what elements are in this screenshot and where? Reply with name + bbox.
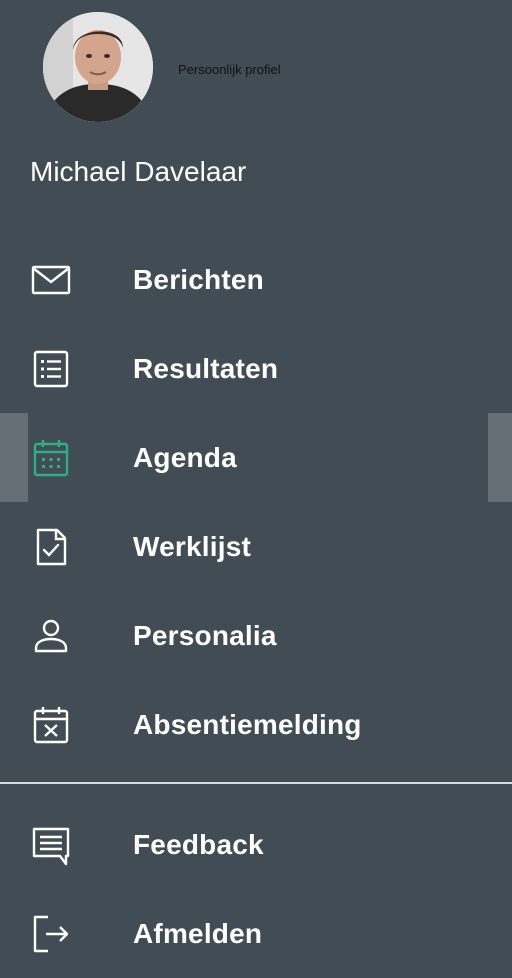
nav-item-label: Feedback: [133, 828, 264, 860]
calendar-x-icon: [30, 704, 72, 746]
active-indicator-right: [488, 413, 512, 502]
nav-item-absentiemelding[interactable]: Absentiemelding: [0, 680, 512, 769]
nav-item-label: Berichten: [133, 263, 264, 295]
list-icon: [30, 348, 72, 390]
nav-item-personalia[interactable]: Personalia: [0, 591, 512, 680]
nav-item-label: Resultaten: [133, 352, 279, 384]
nav-item-label: Absentiemelding: [133, 708, 362, 740]
nav-item-label: Werklijst: [133, 530, 251, 562]
document-check-icon: [30, 526, 72, 568]
avatar-photo: [43, 12, 153, 122]
personal-profile-link[interactable]: Persoonlijk profiel: [178, 62, 281, 77]
envelope-icon: [30, 259, 72, 301]
profile-header: Persoonlijk profiel Michael Davelaar: [0, 0, 512, 220]
avatar[interactable]: [43, 12, 153, 122]
nav-item-label: Personalia: [133, 619, 277, 651]
nav-item-berichten[interactable]: Berichten: [0, 235, 512, 324]
logout-icon: [30, 913, 72, 955]
nav-item-resultaten[interactable]: Resultaten: [0, 324, 512, 413]
nav-divider: [0, 782, 512, 784]
active-indicator-left: [0, 413, 28, 502]
nav-item-feedback[interactable]: Feedback: [0, 800, 512, 889]
nav-item-werklijst[interactable]: Werklijst: [0, 502, 512, 591]
nav-item-label: Afmelden: [133, 917, 263, 949]
person-icon: [30, 615, 72, 657]
calendar-icon: [30, 437, 72, 479]
nav-item-agenda[interactable]: Agenda: [0, 413, 512, 502]
nav-item-afmelden[interactable]: Afmelden: [0, 889, 512, 978]
footer-nav: Feedback Afmelden: [0, 800, 512, 978]
main-nav: Berichten Resultaten Agenda Werklijst Pe…: [0, 235, 512, 769]
nav-item-label: Agenda: [133, 441, 237, 473]
feedback-icon: [30, 824, 72, 866]
user-name: Michael Davelaar: [30, 156, 247, 187]
